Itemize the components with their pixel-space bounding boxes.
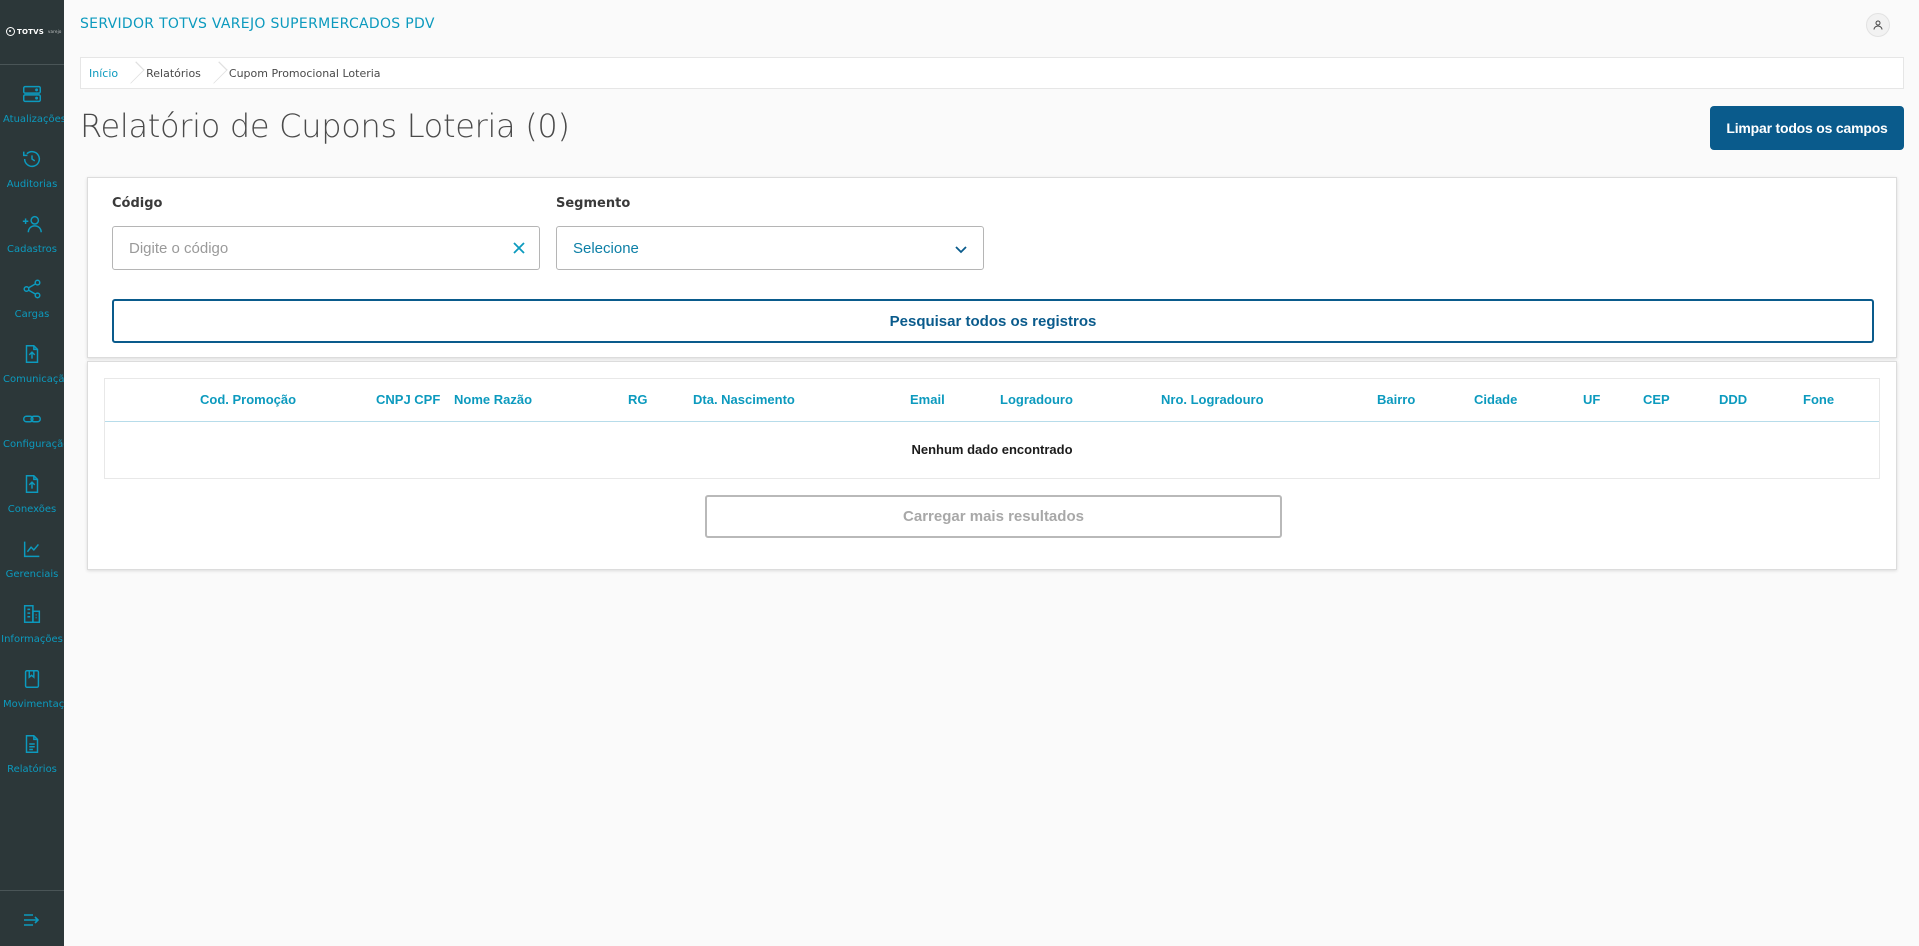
sidebar-item-atualizacoes[interactable]: Atualizações [0, 70, 64, 135]
sidebar-item-movimentacao[interactable]: Movimentação [0, 655, 64, 720]
history-icon [23, 151, 41, 168]
column-header[interactable]: Email [910, 392, 945, 407]
app-title: SERVIDOR TOTVS VAREJO SUPERMERCADOS PDV [80, 16, 435, 32]
totvs-logo: TOTVS varejo [6, 27, 62, 36]
sidebar-item-label: Relatórios [7, 764, 57, 775]
column-header[interactable]: Nro. Logradouro [1161, 392, 1264, 407]
sidebar-item-label: Movimentação [3, 699, 64, 710]
user-icon [1873, 20, 1883, 30]
sidebar-item-label: Gerenciais [5, 569, 59, 580]
breadcrumb-current: Cupom Promocional Loteria [228, 66, 381, 80]
sidebar-item-comunicacao[interactable]: Comunicação [0, 330, 64, 395]
column-header[interactable]: Bairro [1377, 392, 1415, 407]
share-icon [23, 279, 41, 299]
link-icon [23, 415, 41, 423]
column-header[interactable]: DDD [1719, 392, 1747, 407]
sidebar-item-label: Comunicação [3, 374, 64, 385]
column-header[interactable]: CNPJ CPF [376, 392, 440, 407]
logo-text: TOTVS [17, 27, 44, 36]
sidebar-item-cadastros[interactable]: Cadastros [0, 200, 64, 265]
column-header[interactable]: Nome Razão [454, 392, 532, 407]
clear-all-fields-button[interactable]: Limpar todos os campos [1710, 106, 1904, 150]
results-table: Cod. Promoção CNPJ CPF Nome Razão RG Dta… [104, 378, 1880, 479]
sidebar-item-label: Cargas [14, 309, 50, 320]
breadcrumb-inicio[interactable]: Início [89, 67, 118, 80]
table-header: Cod. Promoção CNPJ CPF Nome Razão RG Dta… [105, 379, 1879, 422]
segmento-select[interactable]: Selecione [556, 226, 984, 270]
breadcrumb: Início Relatórios Cupom Promocional Lote… [80, 57, 1904, 89]
add-user-icon [22, 215, 42, 233]
sidebar-item-label: Configuração [3, 439, 64, 450]
sidebar-item-label: Informações [1, 634, 63, 645]
breadcrumb-separator [124, 58, 140, 88]
column-header[interactable]: CEP [1643, 392, 1670, 407]
sidebar-item-label: Cadastros [7, 244, 57, 255]
sidebar-item-label: Atualizações [3, 114, 64, 125]
sidebar-divider [0, 64, 64, 65]
sidebar-item-informacoes[interactable]: Informações [0, 590, 64, 655]
file-upload-icon [25, 475, 39, 493]
sidebar-item-label: Auditorias [6, 179, 58, 190]
column-header[interactable]: Cod. Promoção [200, 392, 296, 407]
building-icon [23, 605, 41, 623]
column-header[interactable]: RG [628, 392, 648, 407]
column-header[interactable]: Fone [1803, 392, 1834, 407]
filter-panel: Código Segmento Selecione Pesquisar todo… [87, 177, 1897, 358]
sidebar-divider [0, 890, 64, 891]
sidebar-item-label: Conexões [7, 504, 57, 515]
sidebar-item-relatorios[interactable]: Relatórios [0, 720, 64, 785]
sidebar-item-auditorias[interactable]: Auditorias [0, 135, 64, 200]
sidebar-item-conexoes[interactable]: Conexões [0, 460, 64, 525]
column-header[interactable]: UF [1583, 392, 1600, 407]
sidebar-item-cargas[interactable]: Cargas [0, 265, 64, 330]
sidebar: TOTVS varejo Atualizações Auditorias Cad… [0, 0, 64, 946]
search-all-records-button[interactable]: Pesquisar todos os registros [112, 299, 1874, 343]
breadcrumb-relatorios[interactable]: Relatórios [146, 67, 201, 80]
results-panel: Cod. Promoção CNPJ CPF Nome Razão RG Dta… [87, 361, 1897, 570]
column-header[interactable]: Logradouro [1000, 392, 1073, 407]
segmento-selected-value: Selecione [573, 239, 639, 257]
column-header[interactable]: Cidade [1474, 392, 1517, 407]
user-profile-button[interactable] [1866, 13, 1890, 37]
empty-state-message: Nenhum dado encontrado [911, 442, 1073, 457]
totvs-logo-mark-icon [6, 27, 15, 36]
codigo-label: Código [112, 196, 163, 211]
chevron-down-icon [955, 246, 967, 254]
page-title: Relatório de Cupons Loteria (0) [80, 107, 570, 145]
sidebar-item-configuracao[interactable]: Configuração [0, 395, 64, 460]
segmento-label: Segmento [556, 196, 631, 211]
codigo-field [112, 226, 540, 270]
server-icon [23, 85, 41, 103]
clear-input-icon[interactable] [511, 240, 527, 256]
breadcrumb-separator [207, 58, 223, 88]
chart-icon [23, 541, 40, 558]
document-icon [25, 735, 39, 753]
book-icon [24, 670, 40, 688]
logo-subtext: varejo [47, 29, 62, 34]
expand-menu-icon[interactable] [22, 912, 42, 928]
column-header[interactable]: Dta. Nascimento [693, 392, 795, 407]
load-more-button[interactable]: Carregar mais resultados [705, 495, 1282, 538]
file-upload-icon [25, 345, 39, 363]
sidebar-item-gerenciais[interactable]: Gerenciais [0, 525, 64, 590]
codigo-input[interactable] [129, 239, 499, 257]
